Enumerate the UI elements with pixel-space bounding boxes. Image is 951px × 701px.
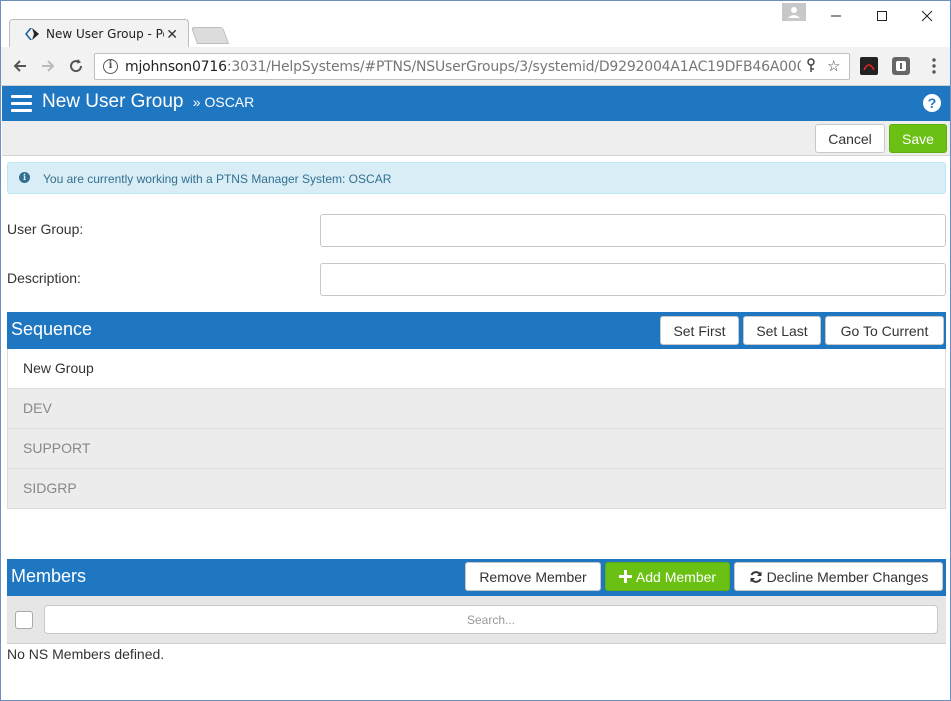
sequence-panel-header: Sequence Set First Set Last Go To Curren…: [7, 312, 946, 349]
description-input[interactable]: [320, 263, 946, 296]
refresh-icon: [750, 570, 762, 583]
page-title: New User Group » OSCAR: [42, 91, 254, 113]
sequence-row[interactable]: SUPPORT: [7, 429, 946, 469]
back-icon[interactable]: [9, 55, 31, 77]
app-header: New User Group » OSCAR ?: [2, 86, 950, 121]
go-to-current-button[interactable]: Go To Current: [825, 316, 944, 345]
browser-menu-icon[interactable]: [923, 55, 945, 77]
help-icon[interactable]: ?: [923, 94, 941, 112]
reload-icon[interactable]: [65, 55, 87, 77]
add-member-label: Add Member: [635, 568, 717, 585]
members-panel-header: Members Remove Member Add Member Decline…: [7, 559, 946, 596]
page-title-text: New User Group: [42, 91, 184, 112]
tab-close-icon[interactable]: ✕: [166, 26, 178, 43]
cancel-button[interactable]: Cancel: [815, 124, 885, 153]
pdf-extension-icon[interactable]: [860, 57, 878, 75]
remove-member-button[interactable]: Remove Member: [465, 562, 601, 591]
sequence-row[interactable]: SIDGRP: [7, 469, 946, 509]
new-tab-button[interactable]: [190, 27, 230, 44]
shield-extension-icon[interactable]: [892, 57, 910, 75]
forward-icon[interactable]: [37, 55, 59, 77]
members-empty-message: No NS Members defined.: [7, 646, 165, 662]
minimize-button[interactable]: [813, 1, 859, 31]
maximize-button[interactable]: [859, 1, 905, 31]
url-text: mjohnson0716:3031/HelpSystems/#PTNS/NSUs…: [125, 59, 801, 75]
bookmark-star-icon[interactable]: ☆: [827, 57, 840, 75]
site-info-icon[interactable]: i: [103, 59, 118, 74]
user-group-label: User Group:: [7, 221, 84, 237]
members-search-input[interactable]: [44, 605, 938, 634]
decline-member-changes-label: Decline Member Changes: [766, 568, 929, 585]
alert-text: You are currently working with a PTNS Ma…: [43, 172, 392, 186]
info-alert: i You are currently working with a PTNS …: [7, 162, 946, 194]
members-title: Members: [11, 566, 87, 586]
address-bar[interactable]: i mjohnson0716:3031/HelpSystems/#PTNS/NS…: [94, 53, 850, 80]
decline-member-changes-button[interactable]: Decline Member Changes: [734, 562, 943, 591]
browser-window: New User Group - Po ✕ i mjohnson0716:303…: [0, 0, 951, 701]
action-bar: Cancel Save: [2, 121, 950, 156]
browser-toolbar: i mjohnson0716:3031/HelpSystems/#PTNS/NS…: [1, 47, 950, 86]
url-host: mjohnson0716: [125, 59, 227, 75]
sequence-row[interactable]: DEV: [7, 389, 946, 429]
page-subtitle: » OSCAR: [193, 94, 254, 110]
key-icon[interactable]: [805, 58, 817, 78]
hamburger-menu-icon[interactable]: [11, 95, 32, 112]
breadcrumb-separator: »: [192, 94, 201, 110]
set-last-button[interactable]: Set Last: [743, 316, 821, 345]
app-favicon-icon: [25, 28, 39, 40]
url-path: :3031/HelpSystems/#PTNS/NSUserGroups/3/s…: [226, 59, 801, 75]
plus-icon: [618, 570, 632, 583]
select-all-checkbox[interactable]: [15, 611, 33, 629]
info-icon: i: [19, 172, 30, 183]
tab-title: New User Group - Po: [46, 27, 164, 41]
save-button[interactable]: Save: [889, 124, 947, 153]
user-group-input[interactable]: [320, 214, 946, 247]
set-first-button[interactable]: Set First: [660, 316, 739, 345]
add-member-button[interactable]: Add Member: [605, 562, 730, 591]
close-window-button[interactable]: [904, 1, 950, 31]
sequence-row-new-group[interactable]: New Group: [7, 349, 946, 389]
profile-icon[interactable]: [782, 3, 806, 21]
system-name: OSCAR: [204, 94, 255, 110]
members-search-bar: [7, 596, 946, 644]
sequence-title: Sequence: [11, 319, 93, 339]
browser-tab[interactable]: New User Group - Po ✕: [9, 19, 189, 47]
title-bar: New User Group - Po ✕: [1, 1, 950, 47]
description-label: Description:: [7, 270, 81, 286]
